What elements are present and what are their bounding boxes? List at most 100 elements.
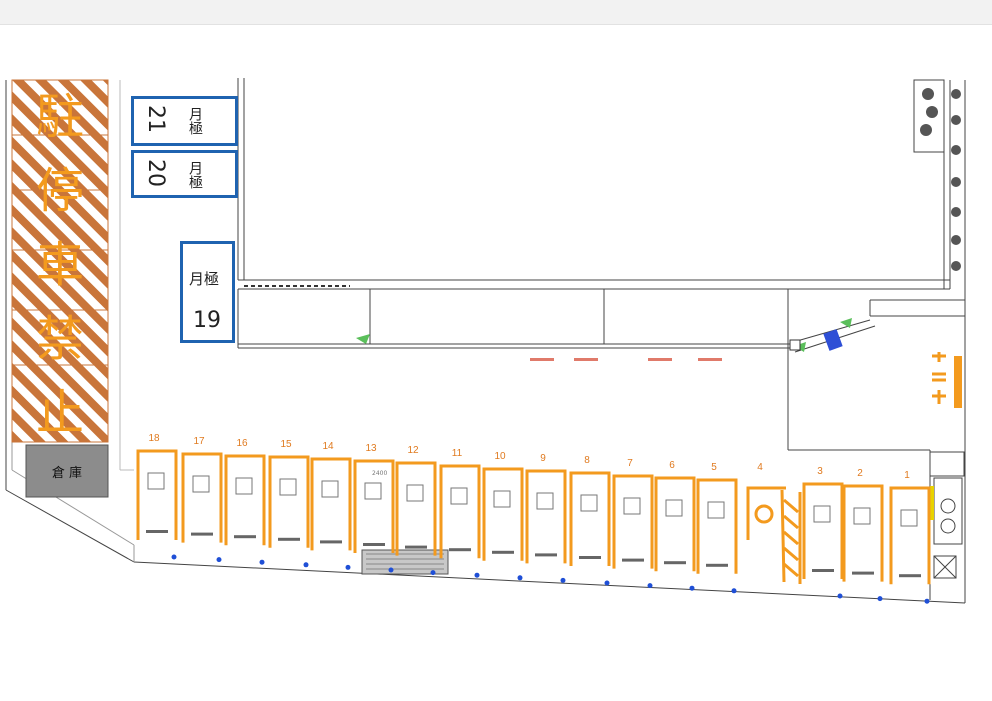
- blue-post: [216, 557, 222, 563]
- parking-stall: [802, 482, 844, 579]
- monthly-space-20: 20 月極: [131, 150, 238, 198]
- stall-marker: [813, 505, 831, 523]
- space-number: 16: [236, 438, 248, 449]
- blue-post: [388, 567, 394, 573]
- space-number: 12: [407, 445, 419, 456]
- blue-post: [517, 575, 523, 581]
- red-markers: [530, 358, 722, 361]
- wheel-stop: [812, 569, 834, 572]
- space-number: 15: [280, 439, 292, 450]
- space-number: 9: [540, 453, 546, 464]
- stall-marker: [853, 507, 871, 525]
- parking-stall: [268, 455, 310, 548]
- space-number: 17: [193, 436, 205, 447]
- wheel-stop: [363, 543, 385, 546]
- blue-post: [837, 593, 843, 599]
- stall-marker: [406, 484, 424, 502]
- stall-marker: [192, 475, 210, 493]
- space-number: 5: [711, 462, 717, 473]
- wheel-stop: [664, 561, 686, 565]
- blue-post: [924, 598, 930, 604]
- space-number: 6: [669, 460, 675, 471]
- yellow-marker: [930, 486, 934, 520]
- stall-marker: [147, 472, 165, 490]
- small-box: [789, 339, 801, 351]
- monthly-label: 月極: [189, 270, 220, 288]
- monthly-space-21: 21 月極: [131, 96, 238, 146]
- parking-stall: [612, 474, 654, 569]
- no-parking-label: 駐 停 車 禁 止: [30, 80, 90, 450]
- space-number: 13: [365, 443, 377, 454]
- no-parking-char: 駐: [35, 89, 84, 145]
- space-number: 2: [857, 468, 863, 479]
- wheel-stop: [852, 571, 874, 575]
- no-parking-char: 止: [35, 385, 84, 441]
- wheel-stop: [535, 553, 557, 557]
- wheel-stop: [449, 548, 471, 552]
- parking-stall: [482, 467, 524, 561]
- space-number: 4: [757, 462, 763, 473]
- wheel-stop: [146, 530, 168, 533]
- blue-post: [647, 583, 653, 589]
- blue-post: [474, 572, 480, 578]
- blue-post: [171, 554, 177, 560]
- space-number: 3: [817, 466, 823, 477]
- blue-post: [877, 596, 883, 602]
- parking-stall: [889, 486, 931, 585]
- wheel-stop: [706, 563, 728, 567]
- parking-stall: [224, 454, 266, 546]
- parking-stall: [696, 478, 738, 574]
- space-number: 8: [584, 455, 590, 466]
- stall-marker: [536, 492, 554, 510]
- accessible-stall: [746, 486, 786, 540]
- parking-stall: [525, 469, 567, 564]
- parking-stall: [842, 484, 884, 582]
- wheel-stop: [579, 556, 601, 559]
- wheel-stop: [278, 537, 300, 541]
- blue-post: [560, 577, 566, 583]
- blue-post: [604, 580, 610, 586]
- space-number: 7: [627, 458, 633, 469]
- space-number: 18: [148, 433, 160, 444]
- wheel-stop: [622, 558, 644, 562]
- parking-stall: [310, 457, 352, 551]
- parking-stall: [654, 476, 696, 572]
- parking-stall: [569, 471, 611, 566]
- dimension-label: 2400: [372, 470, 388, 477]
- no-parking-char: 停: [35, 163, 84, 219]
- wheel-stop: [234, 535, 256, 539]
- blue-post: [345, 564, 351, 570]
- space-number: 11: [451, 448, 463, 459]
- blue-post: [731, 588, 737, 594]
- stall-marker: [493, 490, 511, 508]
- wheel-stop: [405, 545, 427, 549]
- space-number: 10: [494, 451, 506, 462]
- monthly-space-19: 月極 19: [180, 241, 235, 343]
- stall-marker: [450, 487, 468, 505]
- stall-marker: [279, 478, 297, 496]
- wheel-stop: [899, 574, 921, 578]
- blue-post: [430, 570, 436, 576]
- entrance-glyphs: [932, 352, 946, 404]
- monthly-number: 19: [193, 308, 221, 333]
- parking-stall: [181, 452, 223, 543]
- blue-post: [259, 559, 265, 565]
- stall-marker: [580, 494, 598, 512]
- monthly-label: 月極: [187, 107, 203, 135]
- entrance-marker: [954, 356, 962, 408]
- space-number: 14: [322, 441, 334, 452]
- wheel-stop: [320, 540, 342, 544]
- stall-marker: [707, 501, 725, 519]
- monthly-number: 20: [143, 159, 168, 187]
- blue-post: [303, 562, 309, 568]
- no-parking-char: 禁: [35, 311, 84, 367]
- stall-marker: [235, 477, 253, 495]
- space-number: 1: [904, 470, 910, 481]
- storage-label: 倉 庫: [51, 466, 83, 481]
- utility-area: [929, 451, 965, 579]
- blue-post: [689, 585, 695, 591]
- parking-stall: [439, 464, 481, 559]
- monthly-number: 21: [143, 105, 168, 133]
- stall-marker: [321, 480, 339, 498]
- stall-marker: [623, 497, 641, 515]
